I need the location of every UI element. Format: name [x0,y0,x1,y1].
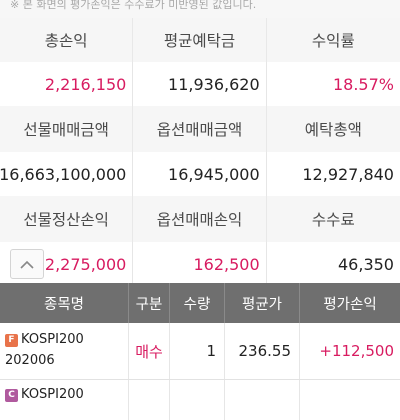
total-pnl-label: 총손익 [0,18,134,62]
col-header-avg-price[interactable]: 평균가 [225,283,300,323]
options-trade-pnl-label: 옵션매매손익 [133,196,267,242]
return-rate-value: 18.57% [332,74,394,94]
avg-deposit-value: 11,936,620 [133,62,267,106]
instrument-name-line: F KOSPI200 [5,330,84,350]
avg-deposit-label: 평균예탁금 [133,18,267,62]
instrument-name-cell: C KOSPI200 [0,380,129,420]
eval-pnl-cell [300,380,400,420]
collapse-button[interactable] [10,249,44,279]
options-trade-amount-label: 옵션매매금액 [133,106,267,152]
futures-trade-amount-value: 16,663,100,000 [0,152,134,196]
avg-price-cell [225,380,300,420]
commission-value: 46,350 [338,254,394,274]
eval-pnl-cell: +112,500 [319,342,394,360]
qty-cell [170,380,225,420]
instrument-name: KOSPI200 [21,332,84,347]
instrument-name: KOSPI200 [21,387,84,402]
total-deposit-value: 12,927,840 [302,164,394,184]
total-deposit-label: 예탁총액 [304,121,362,139]
chevron-up-icon [20,260,34,269]
col-header-name[interactable]: 종목명 [0,283,129,323]
col-header-qty[interactable]: 수량 [170,283,225,323]
futures-trade-amount-label: 선물매매금액 [0,106,134,152]
commission-label: 수수료 [311,211,355,229]
options-trade-amount-value: 16,945,000 [133,152,267,196]
table-row[interactable]: F KOSPI200 202006 매수 1 236.55 +112,500 [0,323,400,380]
side-cell [129,380,170,420]
notice-text: ※ 본 화면의 평가손익은 수수료가 미반영된 값입니다. [0,0,400,18]
qty-cell: 1 [170,323,225,379]
table-row[interactable]: C KOSPI200 [0,380,400,420]
futures-settlement-pnl-label: 선물정산손익 [0,196,134,242]
col-header-eval-pnl[interactable]: 평가손익 [300,283,400,323]
summary-value-row-1: 2,216,150 11,936,620 18.57% [0,62,400,106]
summary-label-row-3: 선물정산손익 옵션매매손익 수수료 [0,196,400,242]
instrument-name-line: C KOSPI200 [5,385,84,405]
futures-badge-icon: F [5,333,18,347]
summary-value-row-2: 16,663,100,000 16,945,000 12,927,840 [0,152,400,196]
col-header-side[interactable]: 구분 [129,283,170,323]
positions-table-header: 종목명 구분 수량 평균가 평가손익 [0,283,400,323]
summary-label-row-1: 총손익 평균예탁금 수익률 [0,18,400,62]
options-trade-pnl-value: 162,500 [133,242,267,286]
summary-value-row-3: 2,275,000 162,500 46,350 [0,242,400,286]
instrument-name-cell: F KOSPI200 202006 [0,323,129,379]
return-rate-label: 수익률 [311,32,355,50]
total-pnl-value: 2,216,150 [0,62,134,106]
summary-panel: 총손익 평균예탁금 수익률 2,216,150 11,936,620 18.57… [0,18,400,286]
side-cell: 매수 [129,323,170,379]
summary-label-row-2: 선물매매금액 옵션매매금액 예탁총액 [0,106,400,152]
instrument-expiry: 202006 [5,353,55,368]
avg-price-cell: 236.55 [225,323,300,379]
